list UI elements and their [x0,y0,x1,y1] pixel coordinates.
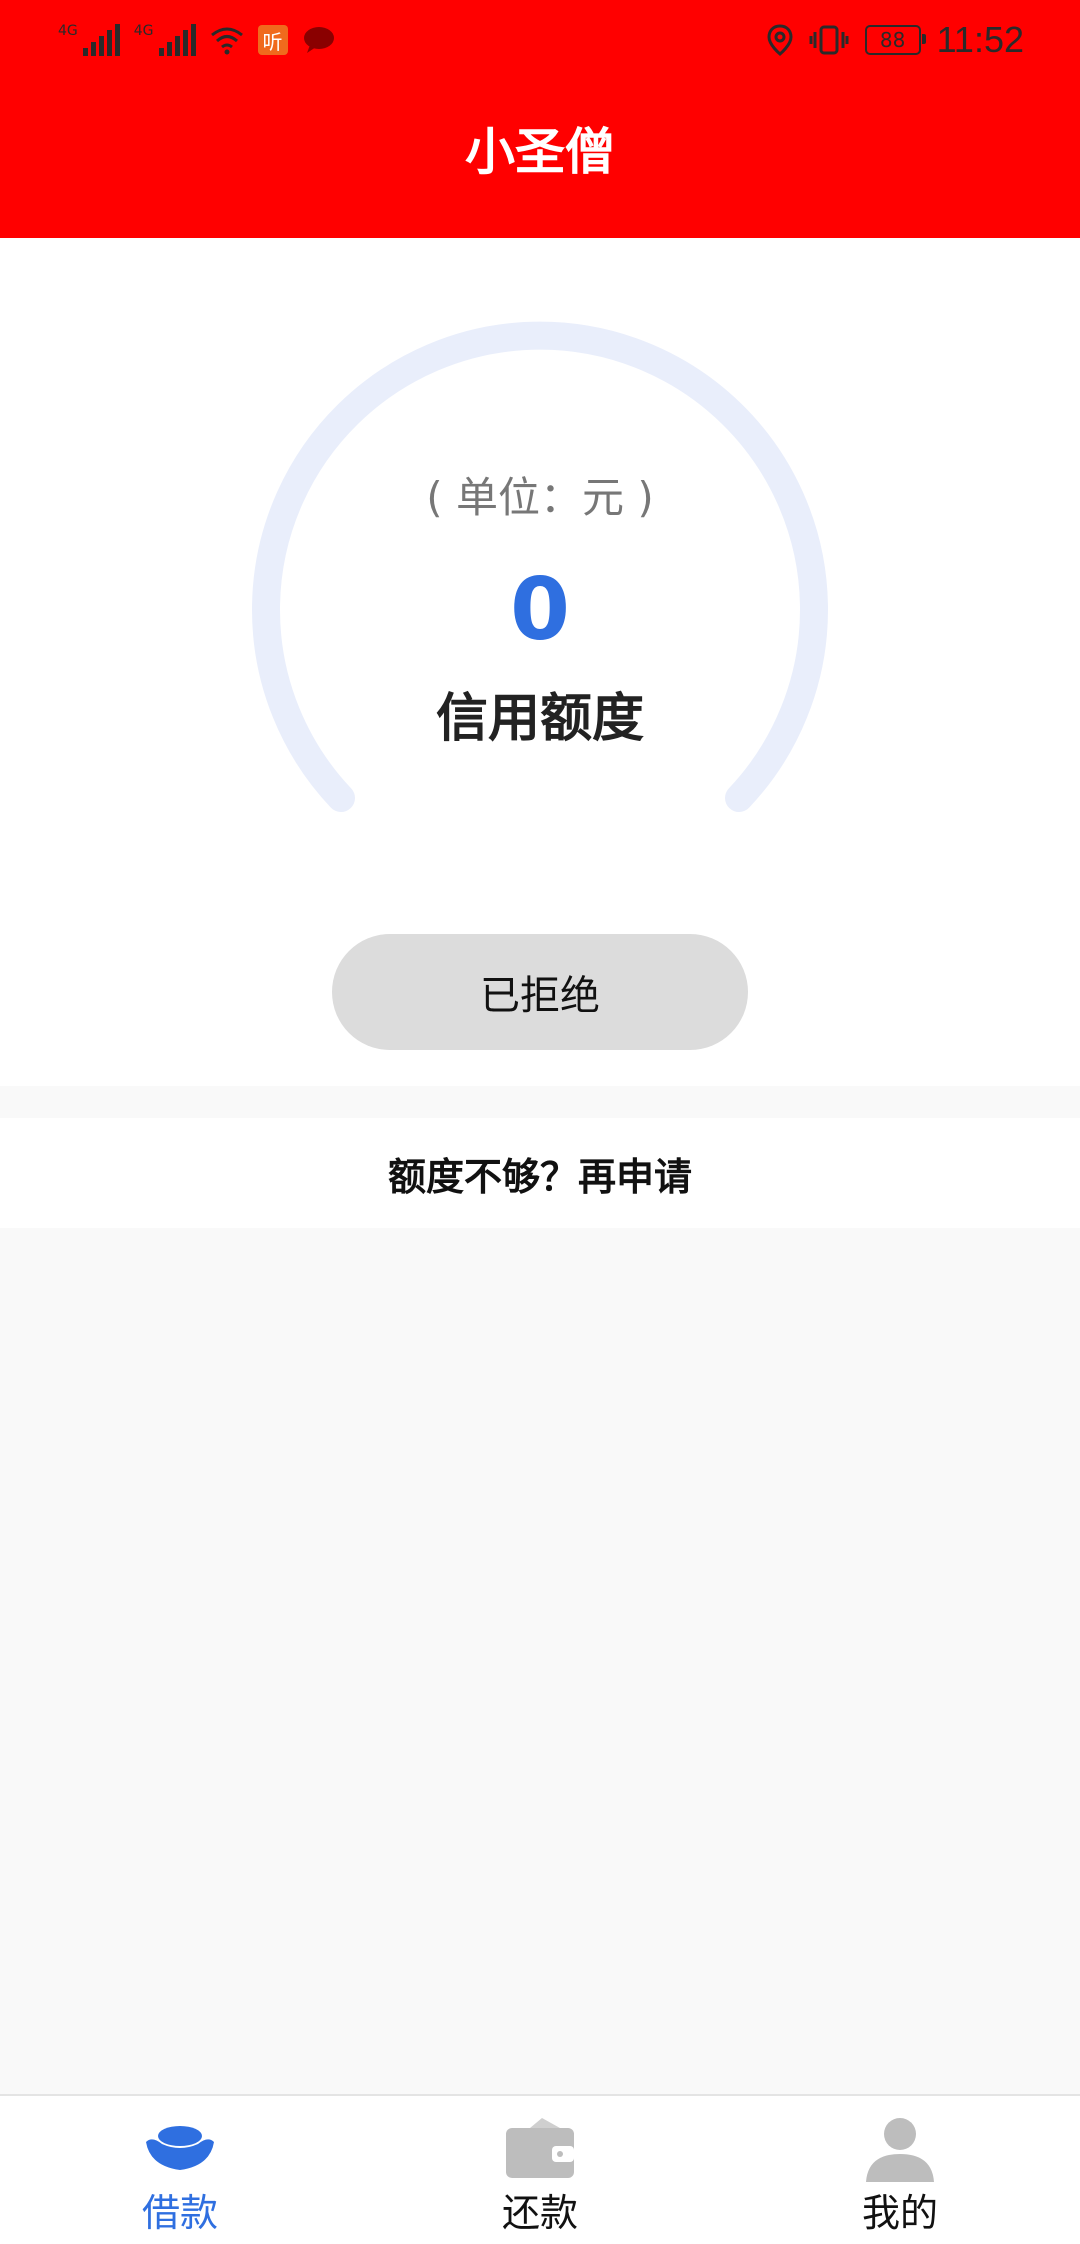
location-icon [767,24,793,56]
credit-limit-card: ( 单位：元 ) 0 信用额度 已拒绝 [0,238,1080,1086]
rejected-status-button[interactable]: 已拒绝 [332,934,748,1050]
wallet-icon [506,2118,574,2178]
network-type-label: 4G [58,23,78,39]
nav-label-mine: 我的 [861,2191,938,2235]
vibrate-icon [809,25,849,55]
nav-item-repay[interactable]: 还款 [360,2096,720,2244]
nav-label-repay: 还款 [501,2191,578,2235]
status-bar: 4G 4G 听 88 11:52 [0,0,1080,80]
nav-item-borrow[interactable]: 借款 [0,2096,360,2244]
credit-amount: 0 [510,560,570,660]
app-screen: 4G 4G 听 88 11:52 小圣僧 (单位：元) 0 信用额度 已拒绝… [0,0,1080,2244]
nav-label-borrow: 借款 [141,2191,218,2235]
bottom-navigation: 借款 还款 我的 [0,2094,1080,2244]
network-type-label-2: 4G [133,23,154,39]
header: 4G 4G 听 88 11:52 小圣僧 [0,0,1080,238]
message-icon [303,27,334,53]
signal-icon-2: 4G [134,24,196,56]
credit-limit-label: 信用额度 [435,689,644,749]
status-right: 88 11:52 [767,16,1024,64]
battery-icon: 88 [864,25,926,55]
status-time: 11:52 [936,19,1024,60]
status-left: 4G 4G 听 [58,20,336,60]
ingot-icon [146,2126,214,2170]
reapply-link[interactable]: 额度不够？再申请 [0,1118,1080,1228]
wifi-icon [210,27,243,55]
nav-item-mine[interactable]: 我的 [720,2096,1080,2244]
user-icon [866,2118,934,2182]
ting-app-icon: 听 [257,25,288,55]
page-title: 小圣僧 [465,123,615,181]
signal-icon: 4G [58,24,120,56]
unit-label: ( 单位：元 ) [426,473,654,522]
